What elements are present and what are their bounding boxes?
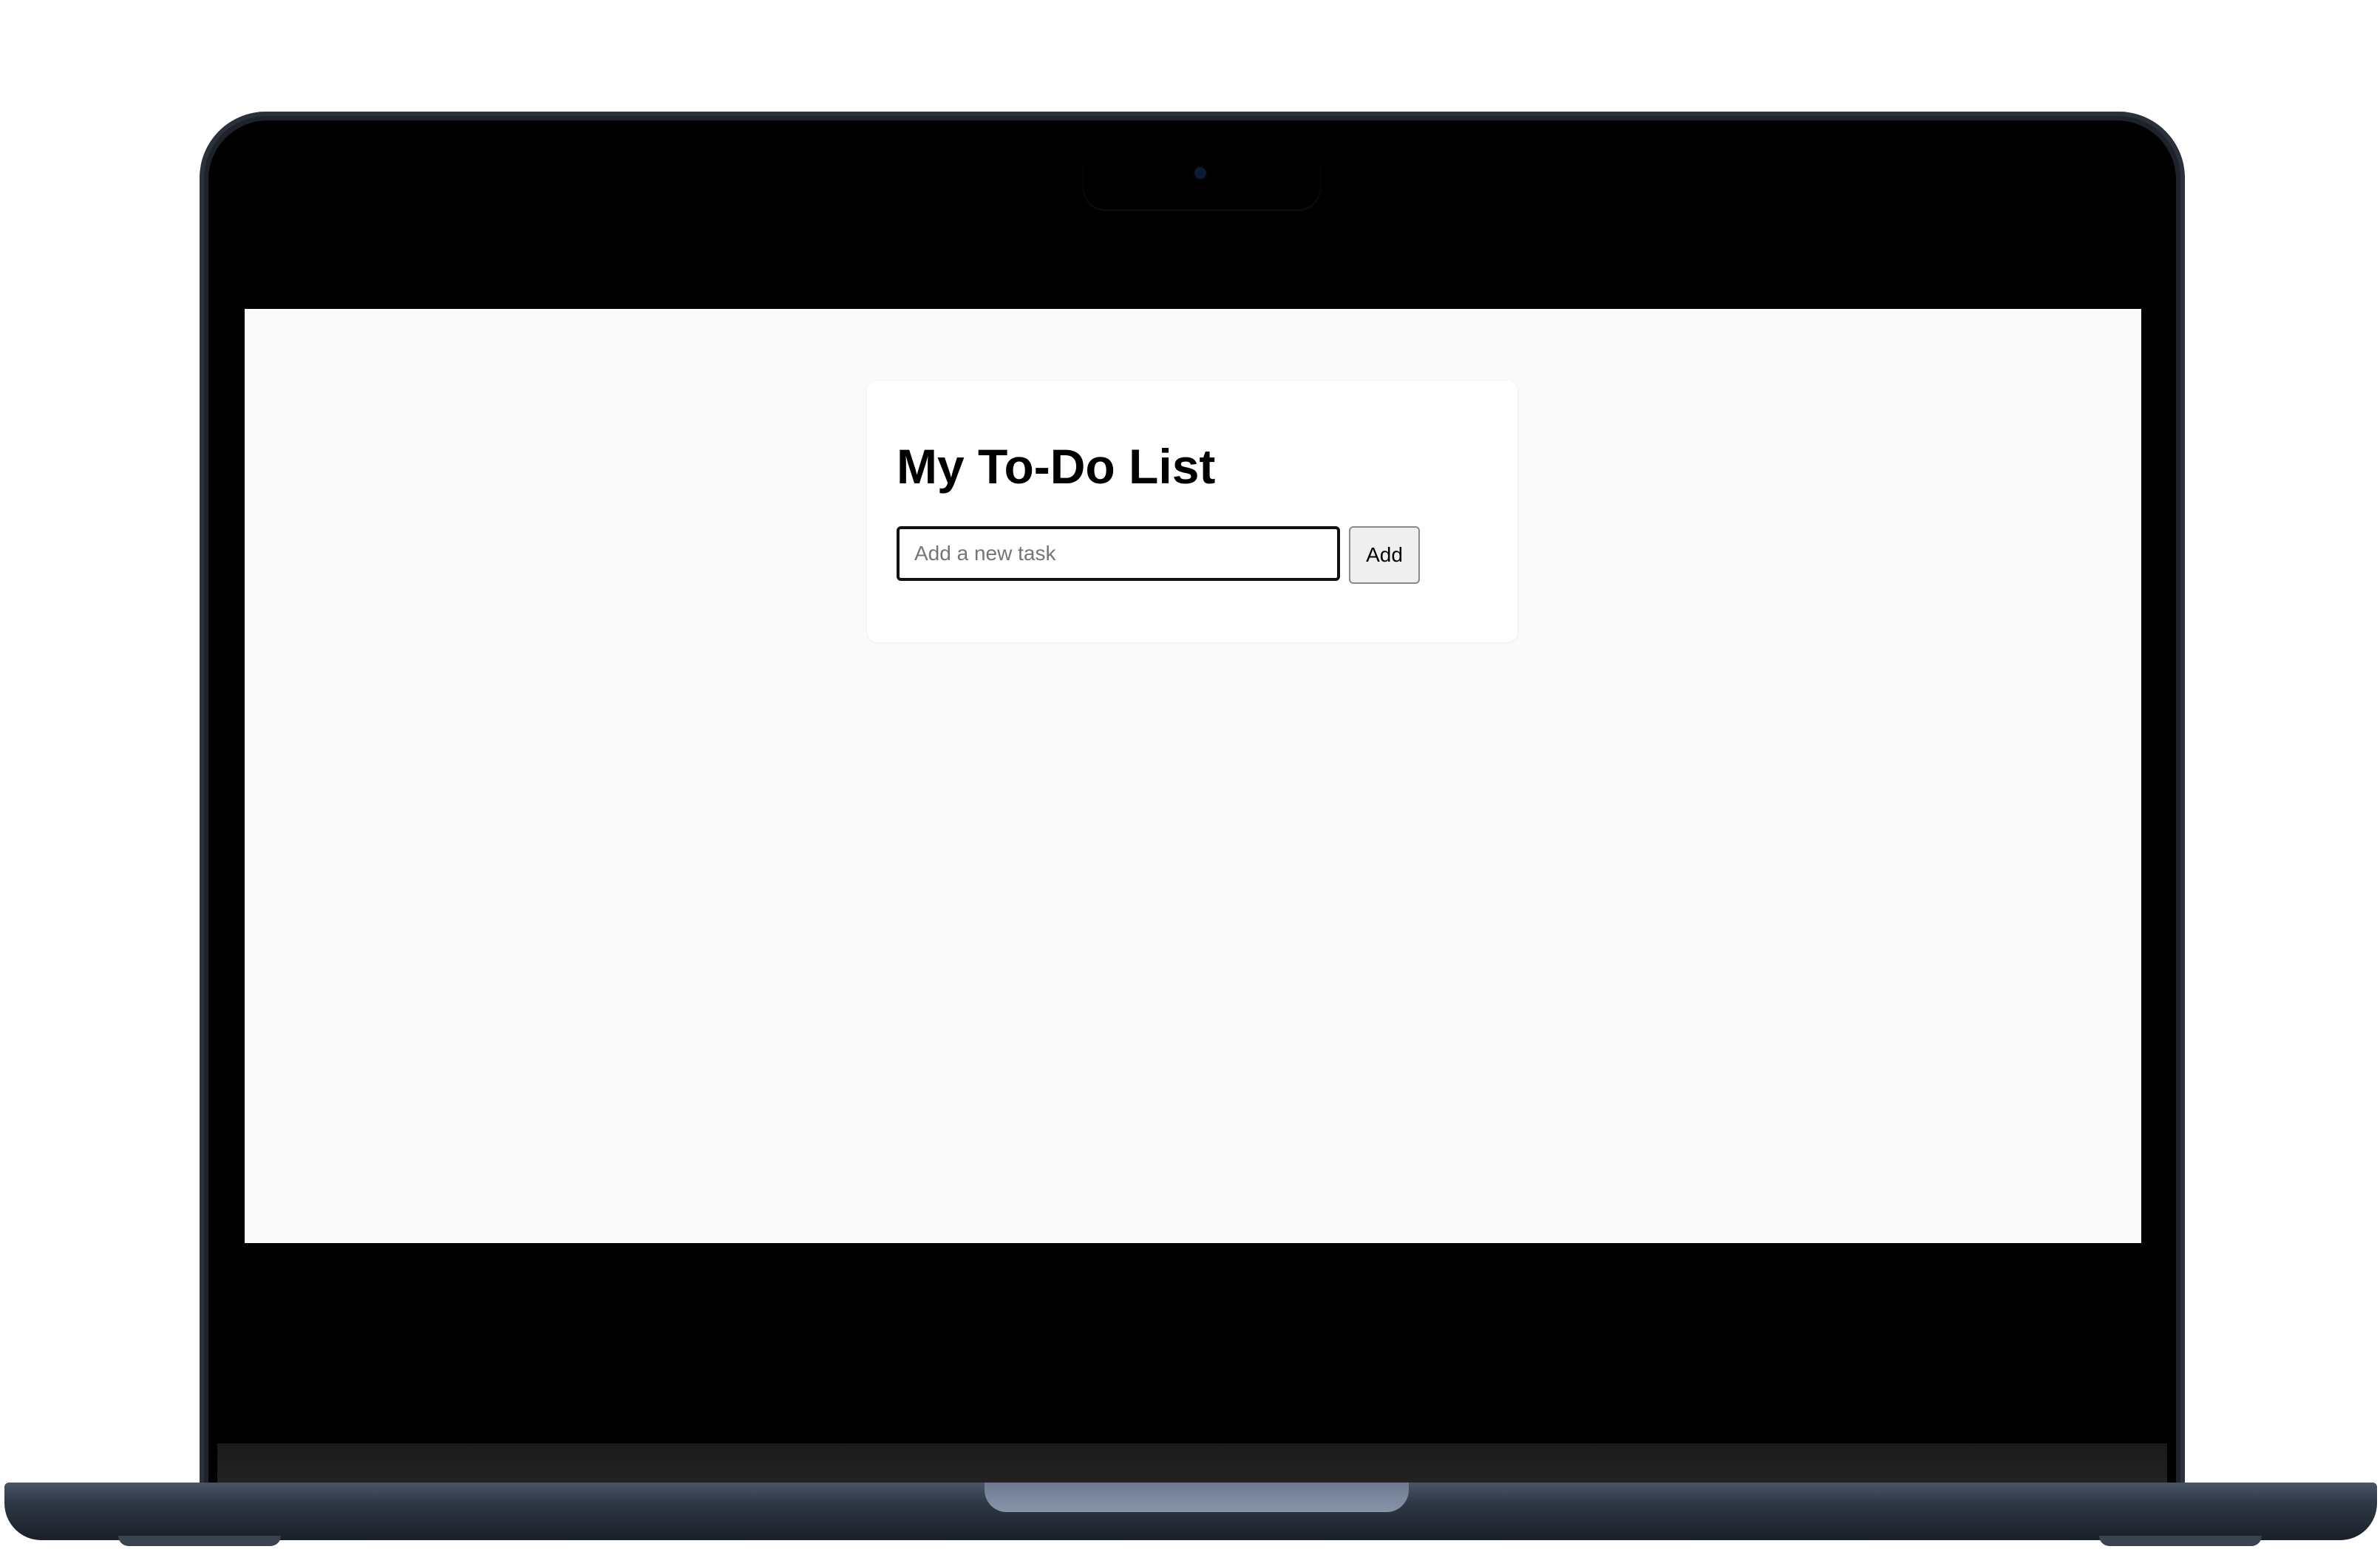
- page-title: My To-Do List: [897, 439, 1216, 494]
- add-task-button[interactable]: Add: [1349, 526, 1420, 584]
- camera-icon: [1196, 169, 1205, 177]
- new-task-input[interactable]: [897, 526, 1340, 581]
- laptop-mockup: My To-Do List Add: [0, 0, 2380, 1552]
- browser-viewport: My To-Do List Add: [245, 309, 2141, 1243]
- left-foot: [118, 1536, 281, 1546]
- opening-notch: [985, 1483, 1409, 1512]
- todo-card: My To-Do List Add: [867, 381, 1517, 642]
- right-foot: [2099, 1536, 2262, 1546]
- laptop-base: [4, 1483, 2377, 1540]
